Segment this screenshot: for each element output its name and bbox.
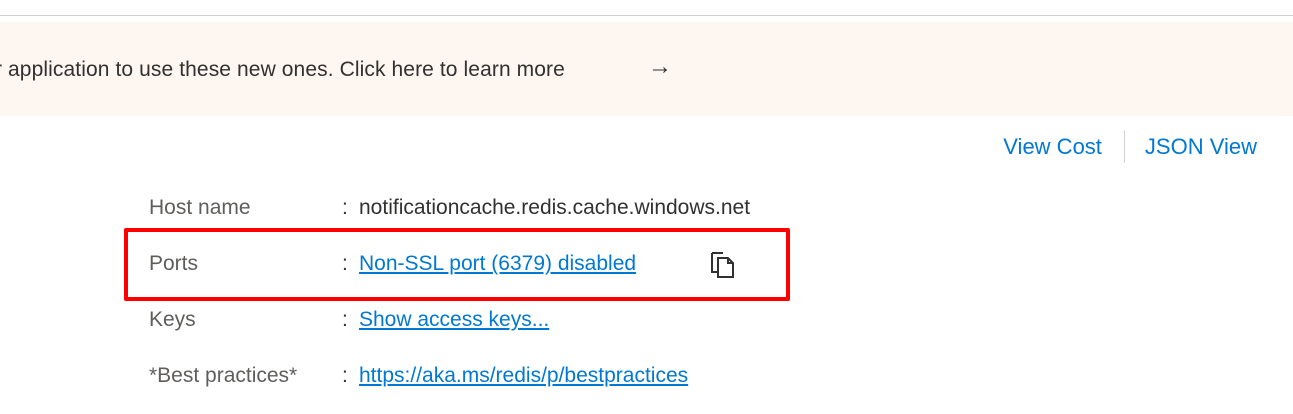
banner-text[interactable]: r application to use these new ones. Cli… — [0, 58, 565, 82]
toolbar-separator — [1123, 131, 1125, 163]
property-label: *Best practices* — [149, 364, 298, 387]
json-view-link[interactable]: JSON View — [1145, 134, 1257, 160]
top-divider — [0, 15, 1293, 16]
property-label: Host name — [149, 196, 251, 219]
best-practices-link[interactable]: https://aka.ms/redis/p/bestpractices — [359, 364, 688, 388]
toolbar: View Cost JSON View — [1003, 130, 1257, 164]
info-banner[interactable]: r application to use these new ones. Cli… — [0, 22, 1293, 116]
arrow-right-icon[interactable]: → — [648, 53, 672, 81]
show-access-keys-link[interactable]: Show access keys... — [359, 308, 549, 332]
host-name-value: notificationcache.redis.cache.windows.ne… — [359, 196, 751, 219]
highlight-annotation — [124, 228, 790, 301]
property-separator: : — [342, 364, 348, 387]
property-separator: : — [342, 196, 348, 219]
property-label: Keys — [149, 308, 196, 331]
view-cost-link[interactable]: View Cost — [1003, 134, 1102, 160]
property-separator: : — [342, 308, 348, 331]
